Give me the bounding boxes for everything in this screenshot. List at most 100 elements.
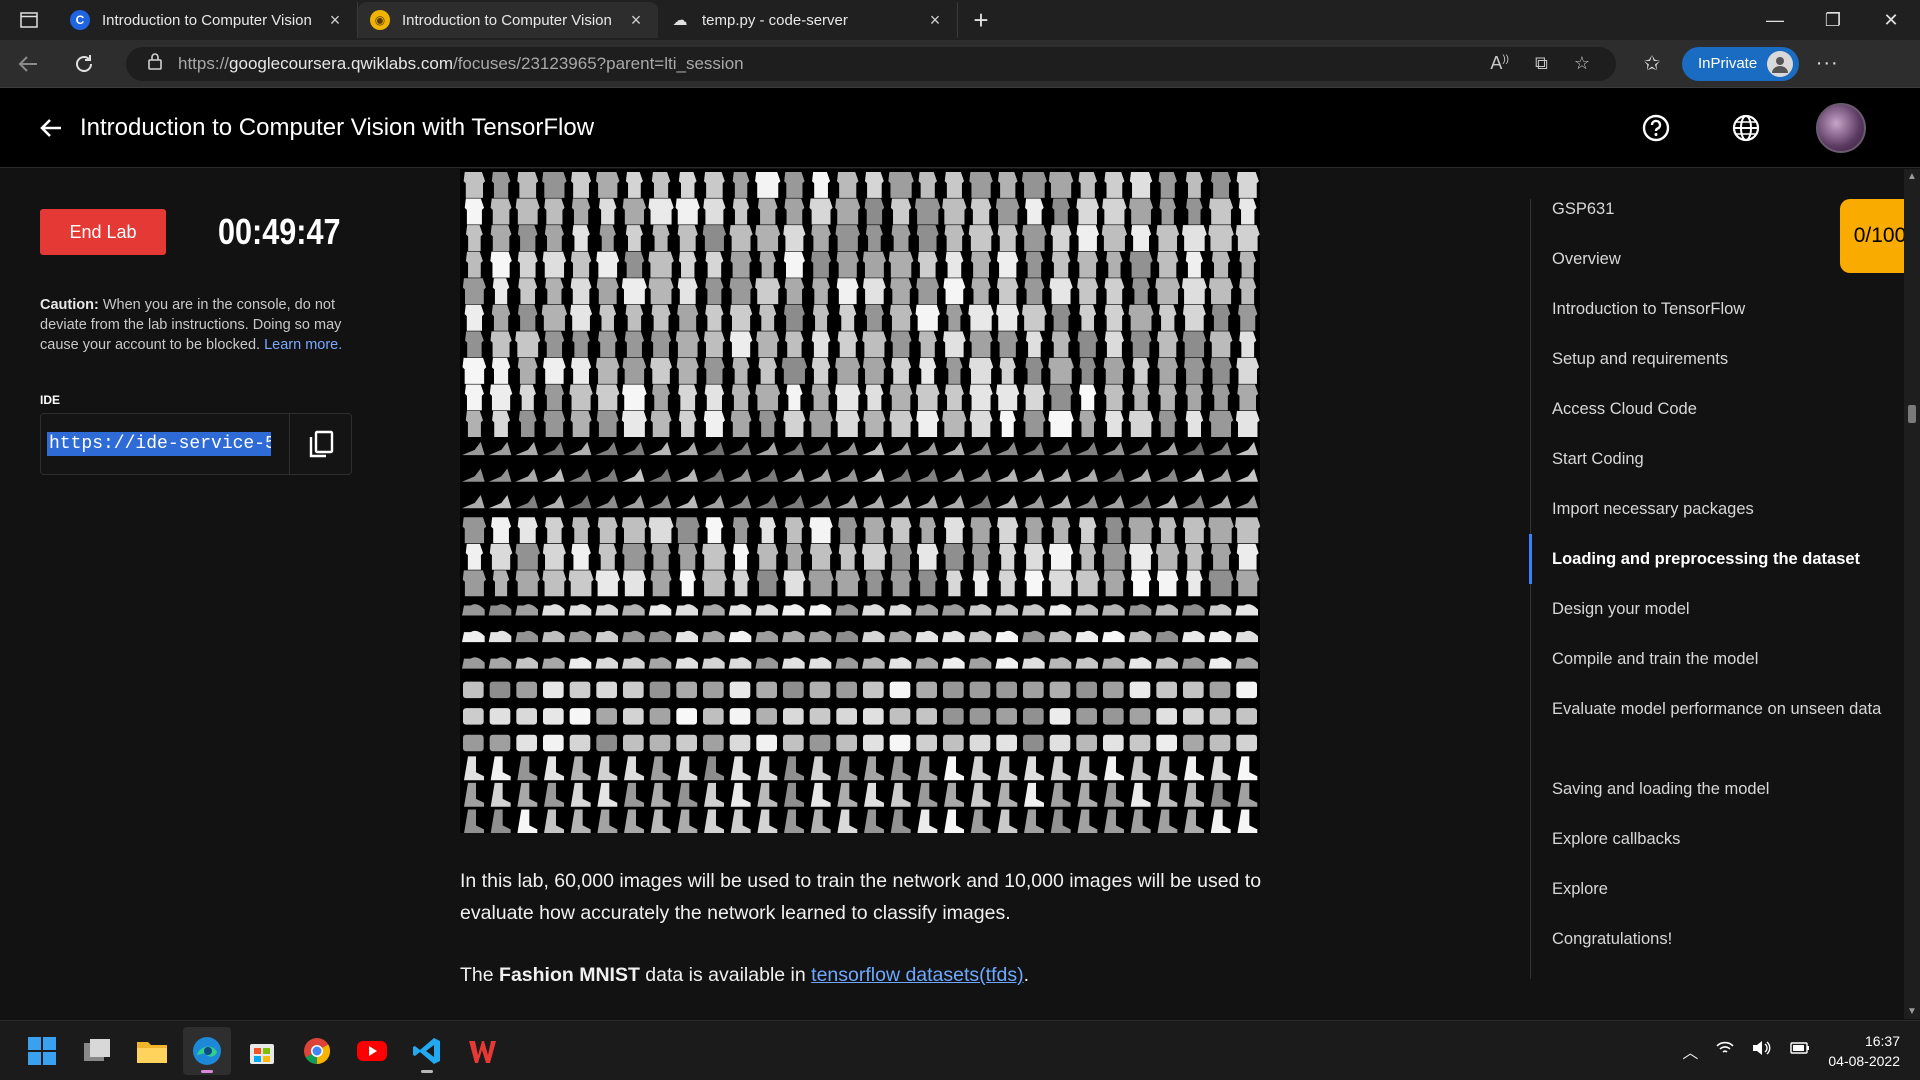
running-indicator [421,1069,433,1073]
lab-control-panel: End Lab 00:49:47 Caution: When you are i… [0,169,380,1019]
add-favorite-icon[interactable]: ☆ [1574,53,1590,74]
learn-more-link[interactable]: Learn more. [264,337,342,353]
tab-close-icon[interactable]: × [626,10,646,31]
clock-date: 04-08-2022 [1828,1052,1900,1069]
microsoft-store-icon[interactable] [238,1027,286,1075]
tab-title: Introduction to Computer Vision [402,11,612,29]
toc-active-indicator [1529,534,1532,584]
youtube-icon[interactable] [348,1027,396,1075]
vscode-icon[interactable] [403,1027,451,1075]
ide-url-field[interactable]: https://ide-service-5qq [47,432,271,456]
task-view-icon[interactable] [73,1027,121,1075]
scroll-thumb[interactable] [1908,405,1916,423]
volume-icon[interactable] [1752,1040,1772,1061]
wifi-icon[interactable] [1716,1041,1734,1060]
toc-item[interactable]: Introduction to TensorFlow [1552,294,1882,324]
url-host: googlecoursera.qwiklabs.com [229,53,453,73]
edge-icon[interactable] [183,1026,231,1075]
windows-taskbar: ︿ 16:37 04-08-2022 [0,1020,1920,1080]
running-indicator [201,1069,213,1073]
toc-item[interactable]: Import necessary packages [1552,494,1882,524]
para-text: The [460,964,500,986]
system-clock[interactable]: 16:37 04-08-2022 [1828,1031,1900,1071]
tab-title: Introduction to Computer Vision [102,11,312,29]
wps-office-icon[interactable] [458,1027,506,1075]
chrome-icon[interactable] [293,1027,341,1075]
toc-item[interactable]: Compile and train the model [1552,644,1882,674]
toc-item[interactable]: Evaluate model performance on unseen dat… [1552,694,1882,724]
close-window-button[interactable]: ✕ [1862,0,1920,40]
refresh-button[interactable] [56,40,112,88]
coursera-icon: C [70,10,90,30]
ide-label: IDE [40,393,61,407]
battery-icon[interactable] [1790,1041,1810,1060]
restore-button[interactable]: ❐ [1804,0,1862,40]
tab-actions-icon [20,12,38,28]
url-field[interactable]: https://googlecoursera.qwiklabs.com/focu… [126,46,1616,81]
toc-item[interactable]: Setup and requirements [1552,344,1882,374]
copy-icon [309,430,333,458]
favorites-icon: ✩ [1643,53,1661,75]
ide-url-box: https://ide-service-5qq [40,413,352,475]
refresh-icon [76,54,92,72]
caution-label: Caution: [40,297,99,313]
toc-item[interactable]: Start Coding [1552,444,1882,474]
copy-ide-url-button[interactable] [289,414,351,474]
chevron-up-icon[interactable]: ︿ [1682,1039,1698,1063]
address-bar-row: https://googlecoursera.qwiklabs.com/focu… [0,40,1920,88]
browser-tab-code-server[interactable]: ☁ temp.py - code-server × [658,2,958,38]
new-tab-button[interactable]: + [958,0,1004,40]
app-available-icon[interactable]: ⧉ [1535,53,1548,74]
qwiklabs-icon: ◉ [370,10,390,30]
windows-start-icon[interactable] [18,1027,66,1075]
help-icon[interactable] [1636,108,1676,148]
settings-more-button[interactable]: ··· [1799,52,1855,75]
page-scrollbar[interactable]: ▲ ▼ [1904,169,1920,1019]
browser-tab-qwiklabs[interactable]: ◉ Introduction to Computer Vision × [358,2,658,38]
toc-item[interactable]: Overview [1552,244,1882,274]
url-prefix: https:// [178,53,230,73]
toc-item[interactable]: Explore [1552,874,1882,904]
tensorflow-datasets-link[interactable]: tensorflow datasets(tfds) [811,964,1023,986]
toc-item[interactable]: Design your model [1552,594,1882,624]
tab-title: temp.py - code-server [702,11,848,29]
toc-item[interactable]: Access Cloud Code [1552,394,1882,424]
back-button[interactable] [0,40,56,88]
system-tray: ︿ 16:37 04-08-2022 [1682,1031,1920,1071]
toc-item[interactable]: Congratulations! [1552,924,1882,954]
tab-close-icon[interactable]: × [325,10,345,31]
toc-item[interactable]: Loading and preprocessing the dataset [1552,544,1882,574]
language-globe-icon[interactable] [1726,108,1766,148]
favorites-button[interactable]: ✩ [1632,51,1672,76]
instructions-paragraph: In this lab, 60,000 images will be used … [460,870,1262,924]
clock-time: 16:37 [1864,1032,1900,1049]
browser-tab-coursera[interactable]: C Introduction to Computer Vision × [58,2,358,38]
lab-timer: 00:49:47 [218,211,341,252]
lab-title: Introduction to Computer Vision with Ten… [80,113,595,141]
fashion-mnist-sample-grid-image [460,169,1260,833]
toc-item[interactable]: Saving and loading the model [1552,774,1882,804]
lock-icon [148,52,162,75]
tab-actions-menu-button[interactable] [0,0,58,40]
read-aloud-icon[interactable]: A)) [1490,53,1509,74]
file-explorer-icon[interactable] [128,1027,176,1075]
end-lab-button[interactable]: End Lab [40,209,166,255]
toc-item[interactable]: Explore callbacks [1552,824,1882,854]
user-avatar[interactable] [1816,102,1866,153]
table-of-contents: GSP631 Overview Introduction to TensorFlow… [1529,169,1900,1019]
tab-close-icon[interactable]: × [925,10,945,31]
scroll-down-icon[interactable]: ▼ [1907,1006,1917,1017]
minimize-button[interactable]: — [1746,0,1804,40]
lab-header: Introduction to Computer Vision with Ten… [0,88,1920,168]
arrow-left-icon [18,55,37,72]
toc-item[interactable]: GSP631 [1552,194,1882,224]
scroll-up-icon[interactable]: ▲ [1907,171,1917,182]
inprivate-label: InPrivate [1698,55,1758,72]
back-arrow-icon[interactable] [38,115,64,141]
toc-rail [1530,199,1531,979]
inprivate-button[interactable]: InPrivate [1682,46,1800,81]
url-path: /focuses/23123965?parent=lti_session [452,53,744,73]
dataset-paragraph: The Fashion MNIST data is available in t… [460,959,1280,991]
fashion-mnist-label: Fashion MNIST [499,964,640,986]
window-controls: — ❐ ✕ [1746,0,1920,40]
